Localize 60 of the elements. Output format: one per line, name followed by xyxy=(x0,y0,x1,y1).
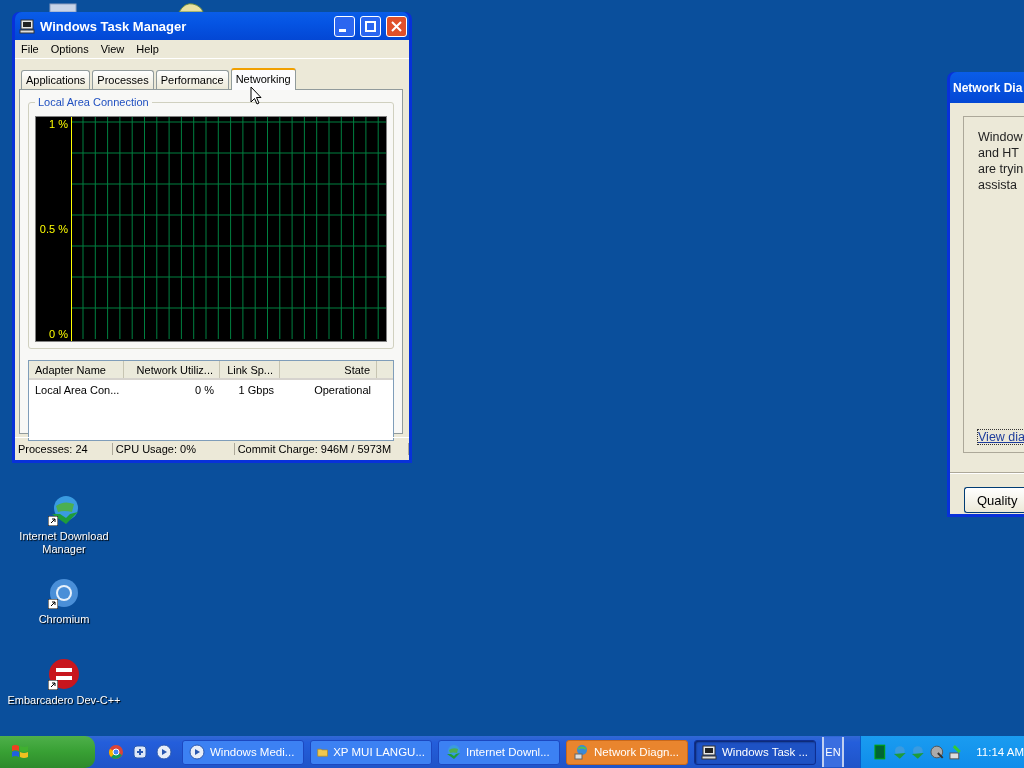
column-header[interactable]: Network Utiliz... xyxy=(124,361,220,378)
monitor-icon xyxy=(701,744,717,760)
start-button[interactable] xyxy=(0,736,95,768)
status-text: CPU Usage: 0% xyxy=(112,443,235,455)
globe-icon xyxy=(445,744,461,760)
icon-label[interactable]: Embarcadero Dev-C++ xyxy=(2,694,126,707)
speaker-icon[interactable] xyxy=(928,744,945,760)
quality-button[interactable]: Quality xyxy=(964,487,1024,513)
table-cell-text: Operational xyxy=(313,383,372,396)
window-title: Network Dia xyxy=(953,80,1023,95)
status-text: Processes: 24 xyxy=(15,443,113,455)
close-icon xyxy=(391,20,402,32)
message-text: assista xyxy=(978,177,1018,193)
menu-item[interactable]: View xyxy=(94,43,131,55)
maximize-icon xyxy=(365,20,376,32)
play-icon[interactable] xyxy=(156,744,172,760)
tab[interactable]: Performance xyxy=(155,70,229,89)
shortcut-arrow-icon xyxy=(48,516,58,526)
monitor-icon xyxy=(19,18,35,34)
table-cell-text: Local Area Con... xyxy=(34,383,121,396)
windows-logo-icon xyxy=(10,743,30,761)
play-icon xyxy=(189,744,205,760)
axis-label: 1 % xyxy=(49,118,68,130)
clock: 11:14 AM xyxy=(976,746,1024,758)
group-title: Local Area Connection xyxy=(37,96,150,108)
maximize-button[interactable] xyxy=(360,15,381,37)
tab[interactable]: Networking xyxy=(230,68,296,90)
logo-icon xyxy=(48,658,80,690)
minimize-button[interactable] xyxy=(334,15,355,37)
taskbar-button[interactable]: Windows Medi... xyxy=(182,739,304,765)
shortcut-arrow-icon xyxy=(48,599,58,609)
network-icon xyxy=(573,744,589,760)
axis-label: 0.5 % xyxy=(39,223,68,235)
icon-label[interactable]: Internet Download Manager xyxy=(2,530,126,556)
taskbar-button[interactable]: XP MUI LANGU... xyxy=(310,739,432,765)
column-header[interactable]: Adapter Name xyxy=(29,361,124,378)
browser-icon[interactable] xyxy=(108,744,124,760)
tab[interactable]: Processes xyxy=(92,70,154,89)
tab[interactable]: Applications xyxy=(21,70,91,89)
menu-item[interactable]: Options xyxy=(44,43,95,55)
column-header[interactable]: Link Sp... xyxy=(220,361,280,378)
table-cell-text: 1 Gbps xyxy=(237,383,275,396)
taskbar-button[interactable]: Windows Task ... xyxy=(694,739,816,765)
message-text: and HT xyxy=(978,145,1020,161)
taskbar-button[interactable]: Internet Downl... xyxy=(438,739,560,765)
close-button[interactable] xyxy=(386,15,407,37)
icon-label[interactable]: Chromium xyxy=(2,613,126,626)
minimize-icon xyxy=(339,28,346,32)
column-header[interactable]: State xyxy=(280,361,377,378)
axis-label: 0 % xyxy=(49,328,68,340)
menu-item[interactable]: File xyxy=(15,43,45,55)
shortcut-arrow-icon xyxy=(48,680,58,690)
status-text: Commit Charge: 946M / 5973M xyxy=(234,443,409,455)
message-text: Window xyxy=(978,129,1024,145)
table-cell-text: 0 % xyxy=(194,383,215,396)
message-text: are tryin xyxy=(978,161,1024,177)
menu-item[interactable]: Help xyxy=(130,43,165,55)
window-title: Windows Task Manager xyxy=(40,18,188,34)
browser-icon xyxy=(48,577,80,609)
language-indicator[interactable]: EN xyxy=(822,737,844,767)
